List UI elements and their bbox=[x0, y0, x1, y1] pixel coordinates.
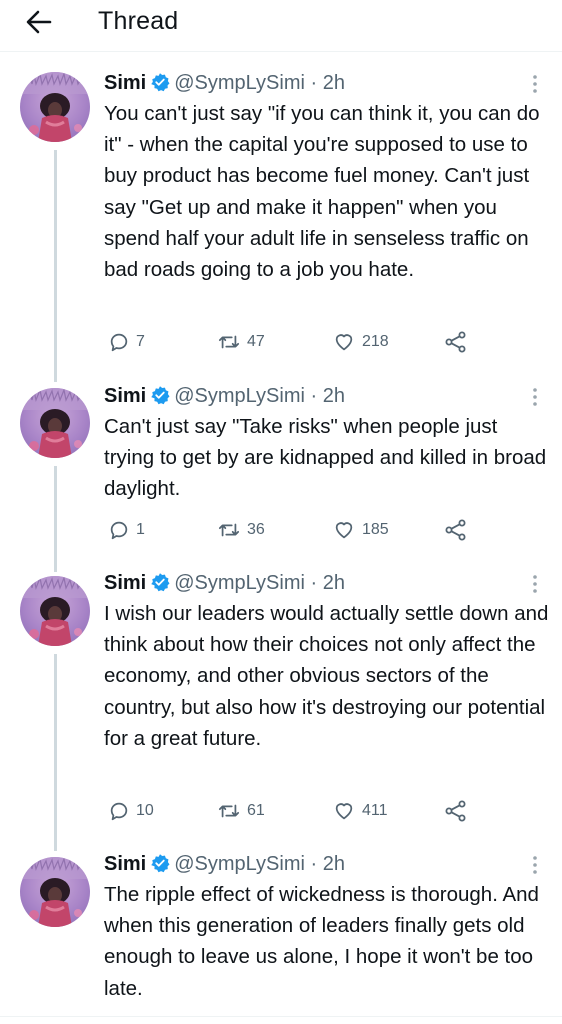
like-count: 411 bbox=[362, 802, 388, 819]
retweet-button[interactable]: 36 bbox=[217, 515, 265, 545]
tweet-text: You can't just say "if you can think it,… bbox=[104, 102, 540, 282]
header-divider bbox=[0, 51, 562, 52]
reply-count: 1 bbox=[136, 521, 145, 538]
share-button[interactable] bbox=[444, 327, 468, 357]
retweet-icon bbox=[218, 523, 240, 537]
tweet-header: Simi @SympLySimi · 2h bbox=[104, 383, 345, 409]
tweet-actions: 1 36 185 bbox=[100, 515, 500, 545]
reply-icon bbox=[110, 333, 128, 352]
verified-badge-icon bbox=[151, 573, 170, 592]
tweet-text: I wish our leaders would actually settle… bbox=[104, 602, 549, 750]
retweet-button[interactable]: 61 bbox=[217, 796, 265, 826]
thread-connector-line bbox=[54, 654, 57, 851]
more-options-button[interactable] bbox=[527, 572, 543, 596]
page-title: Thread bbox=[98, 7, 179, 35]
verified-badge-icon bbox=[151, 854, 170, 873]
timestamp[interactable]: 2h bbox=[323, 385, 345, 407]
more-options-button[interactable] bbox=[527, 853, 543, 877]
reply-count: 10 bbox=[136, 802, 154, 819]
tweet-actions: 10 61 411 bbox=[100, 796, 500, 826]
author-handle[interactable]: @SympLySimi bbox=[174, 853, 305, 875]
tweet-header: Simi @SympLySimi · 2h bbox=[104, 570, 345, 596]
bottom-divider bbox=[0, 1016, 562, 1017]
share-icon bbox=[445, 331, 466, 353]
like-button[interactable]: 185 bbox=[332, 515, 389, 545]
share-icon bbox=[445, 519, 466, 541]
heart-icon bbox=[335, 803, 353, 820]
reply-button[interactable]: 7 bbox=[108, 327, 145, 357]
avatar[interactable] bbox=[20, 388, 90, 458]
avatar[interactable] bbox=[20, 857, 90, 927]
reply-icon bbox=[110, 802, 128, 821]
more-vertical-icon bbox=[533, 75, 537, 93]
verified-badge-icon bbox=[151, 386, 170, 405]
author-name[interactable]: Simi bbox=[104, 72, 146, 94]
more-options-button[interactable] bbox=[527, 72, 543, 96]
share-button[interactable] bbox=[444, 796, 468, 826]
heart-icon bbox=[335, 522, 353, 539]
like-count: 218 bbox=[362, 333, 389, 350]
arrow-left-icon bbox=[26, 10, 52, 34]
avatar[interactable] bbox=[20, 72, 90, 142]
timestamp[interactable]: 2h bbox=[323, 572, 345, 594]
meta-separator: · bbox=[310, 572, 318, 594]
avatar[interactable] bbox=[20, 576, 90, 646]
verified-badge-icon bbox=[151, 73, 170, 92]
like-button[interactable]: 411 bbox=[332, 796, 388, 826]
timestamp[interactable]: 2h bbox=[323, 853, 345, 875]
share-icon bbox=[445, 800, 466, 822]
more-vertical-icon bbox=[533, 575, 537, 593]
tweet-header: Simi @SympLySimi · 2h bbox=[104, 851, 345, 877]
back-button[interactable] bbox=[22, 6, 56, 38]
like-button[interactable]: 218 bbox=[332, 327, 389, 357]
retweet-icon bbox=[218, 335, 240, 349]
tweet-actions: 7 47 218 bbox=[100, 327, 500, 357]
top-bar: Thread bbox=[0, 0, 562, 44]
author-name[interactable]: Simi bbox=[104, 853, 146, 875]
more-vertical-icon bbox=[533, 856, 537, 874]
reply-button[interactable]: 10 bbox=[108, 796, 154, 826]
reply-icon bbox=[110, 521, 128, 540]
meta-separator: · bbox=[310, 385, 318, 407]
retweet-icon bbox=[218, 804, 240, 818]
reply-count: 7 bbox=[136, 333, 145, 350]
like-count: 185 bbox=[362, 521, 389, 538]
meta-separator: · bbox=[310, 853, 318, 875]
heart-icon bbox=[335, 334, 353, 351]
reply-button[interactable]: 1 bbox=[108, 515, 145, 545]
retweet-button[interactable]: 47 bbox=[217, 327, 265, 357]
retweet-count: 47 bbox=[247, 333, 265, 350]
author-handle[interactable]: @SympLySimi bbox=[174, 385, 305, 407]
retweet-count: 61 bbox=[247, 802, 265, 819]
author-name[interactable]: Simi bbox=[104, 385, 146, 407]
timestamp[interactable]: 2h bbox=[323, 72, 345, 94]
thread-connector-line bbox=[54, 150, 57, 382]
more-vertical-icon bbox=[533, 388, 537, 406]
share-button[interactable] bbox=[444, 515, 468, 545]
meta-separator: · bbox=[310, 72, 318, 94]
more-options-button[interactable] bbox=[527, 385, 543, 409]
thread-connector-line bbox=[54, 466, 57, 572]
author-handle[interactable]: @SympLySimi bbox=[174, 72, 305, 94]
tweet-text: The ripple effect of wickedness is thoro… bbox=[104, 883, 539, 1000]
tweet-header: Simi @SympLySimi · 2h bbox=[104, 70, 345, 96]
tweet-text: Can't just say "Take risks" when people … bbox=[104, 415, 547, 501]
author-handle[interactable]: @SympLySimi bbox=[174, 572, 305, 594]
retweet-count: 36 bbox=[247, 521, 265, 538]
author-name[interactable]: Simi bbox=[104, 572, 146, 594]
